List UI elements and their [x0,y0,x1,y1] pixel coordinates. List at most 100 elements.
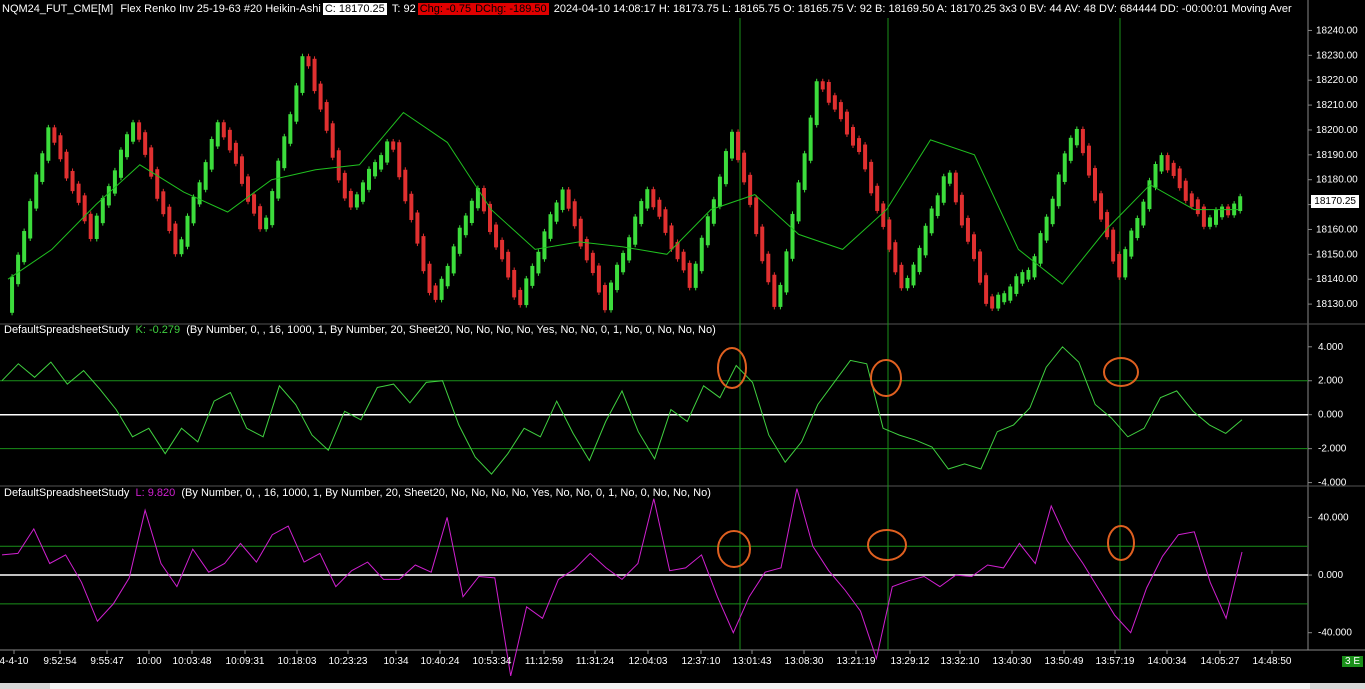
candle-body [385,141,390,163]
candle-body [1153,164,1158,188]
candle-body [651,189,656,208]
candle-body [717,176,722,207]
study-1-y-tick-label: -2.000 [1318,444,1347,455]
candle-body [820,81,825,90]
candle-body [40,153,45,182]
candle-body [857,138,862,153]
candle-body [270,191,275,226]
candle-body [972,234,976,259]
candle-body [403,169,408,202]
candle-body [100,197,105,224]
candle-body [548,214,553,239]
candle-body [754,197,759,235]
candle-body [1183,180,1188,201]
candle-body [258,206,263,230]
candle-body [469,200,474,224]
candle-body [215,122,220,147]
candle-body [887,219,892,250]
candle-body [639,201,644,225]
candle-body [802,153,807,190]
candle-body [1207,217,1212,227]
candle-body [427,263,432,293]
candle-body [506,251,511,278]
status-badge: 3 E [1341,656,1363,667]
candle-body [1141,201,1146,226]
candle-body [348,190,353,208]
candle-body [542,231,547,260]
candle-body [1050,198,1055,225]
candle-body [1086,145,1091,176]
candle-body [736,131,741,161]
candle-body [917,247,922,273]
candle-body [875,185,880,211]
candle-body [633,216,638,245]
candle-body [1074,128,1079,146]
candle-body [947,172,952,184]
candle-body [699,237,704,272]
candle-body [663,209,668,233]
candle-body [433,285,438,300]
y-tick-label: 18160.00 [1316,224,1358,235]
candle-body [760,226,765,262]
candle-body [742,152,747,183]
y-tick-label: 18190.00 [1316,150,1358,161]
candle-body [615,264,620,291]
x-tick-label: 10:23:23 [329,656,368,667]
x-tick-label: 9:55:47 [90,656,124,667]
candle-body [294,85,299,122]
chart-window[interactable]: NQM24_FUT_CME[M] Flex Renko Inv 25-19-63… [0,0,1365,689]
candle-body [300,56,305,93]
candle-body [524,278,529,306]
candle-body [191,196,196,224]
candle-body [657,199,662,217]
candle-body [990,296,995,309]
candle-body [711,199,716,224]
candle-body [451,246,456,274]
x-tick-label: 13:08:30 [785,656,824,667]
chart-canvas[interactable]: 18240.00 18230.00 18220.00 18210.00 18200.00… [0,0,1365,689]
x-tick-label: 14:00:34 [1148,656,1187,667]
candle-body [306,56,311,67]
candle-body [1099,193,1104,220]
study-2-line [1,488,1243,677]
candle-body [1002,293,1007,303]
study-2-y-tick-label: 40.000 [1318,512,1349,523]
candle-body [560,189,565,210]
candle-body [1044,216,1049,241]
candle-body [996,294,1001,309]
y-tick-label: 18180.00 [1316,175,1358,186]
horizontal-scrollbar[interactable] [0,683,1365,689]
candle-body [1008,286,1013,301]
candle-body [34,174,39,209]
x-tick-label: 10:18:03 [278,656,317,667]
candle-body [52,127,57,143]
candle-body [905,277,910,289]
candle-body [494,224,499,248]
candle-body [239,156,244,184]
scrollbar-thumb[interactable] [50,683,1310,689]
x-tick-label: 12:04:03 [629,656,668,667]
candle-body [1038,233,1043,264]
candle-body [723,151,728,185]
study-2-value: L: 9.820 [135,487,176,499]
candle-body [826,81,831,103]
candle-body [796,182,801,222]
candle-body [367,168,371,190]
candle-body [851,127,855,146]
x-tick-label: 10:34 [383,656,408,667]
candle-body [1220,206,1225,218]
candle-body [808,117,813,161]
candle-body [627,237,632,261]
candle-body [1238,196,1243,212]
candle-body [869,161,874,194]
candle-body [391,141,396,150]
candle-body [415,212,420,244]
x-tick-label: 13:32:10 [941,656,980,667]
candle-body [881,203,886,227]
candle-body [457,227,462,254]
candle-body [978,251,983,283]
x-tick-label: 10:00 [136,656,161,667]
candle-body [669,225,674,250]
annotation-circle [867,529,907,561]
x-tick-label: 13:29:12 [891,656,930,667]
